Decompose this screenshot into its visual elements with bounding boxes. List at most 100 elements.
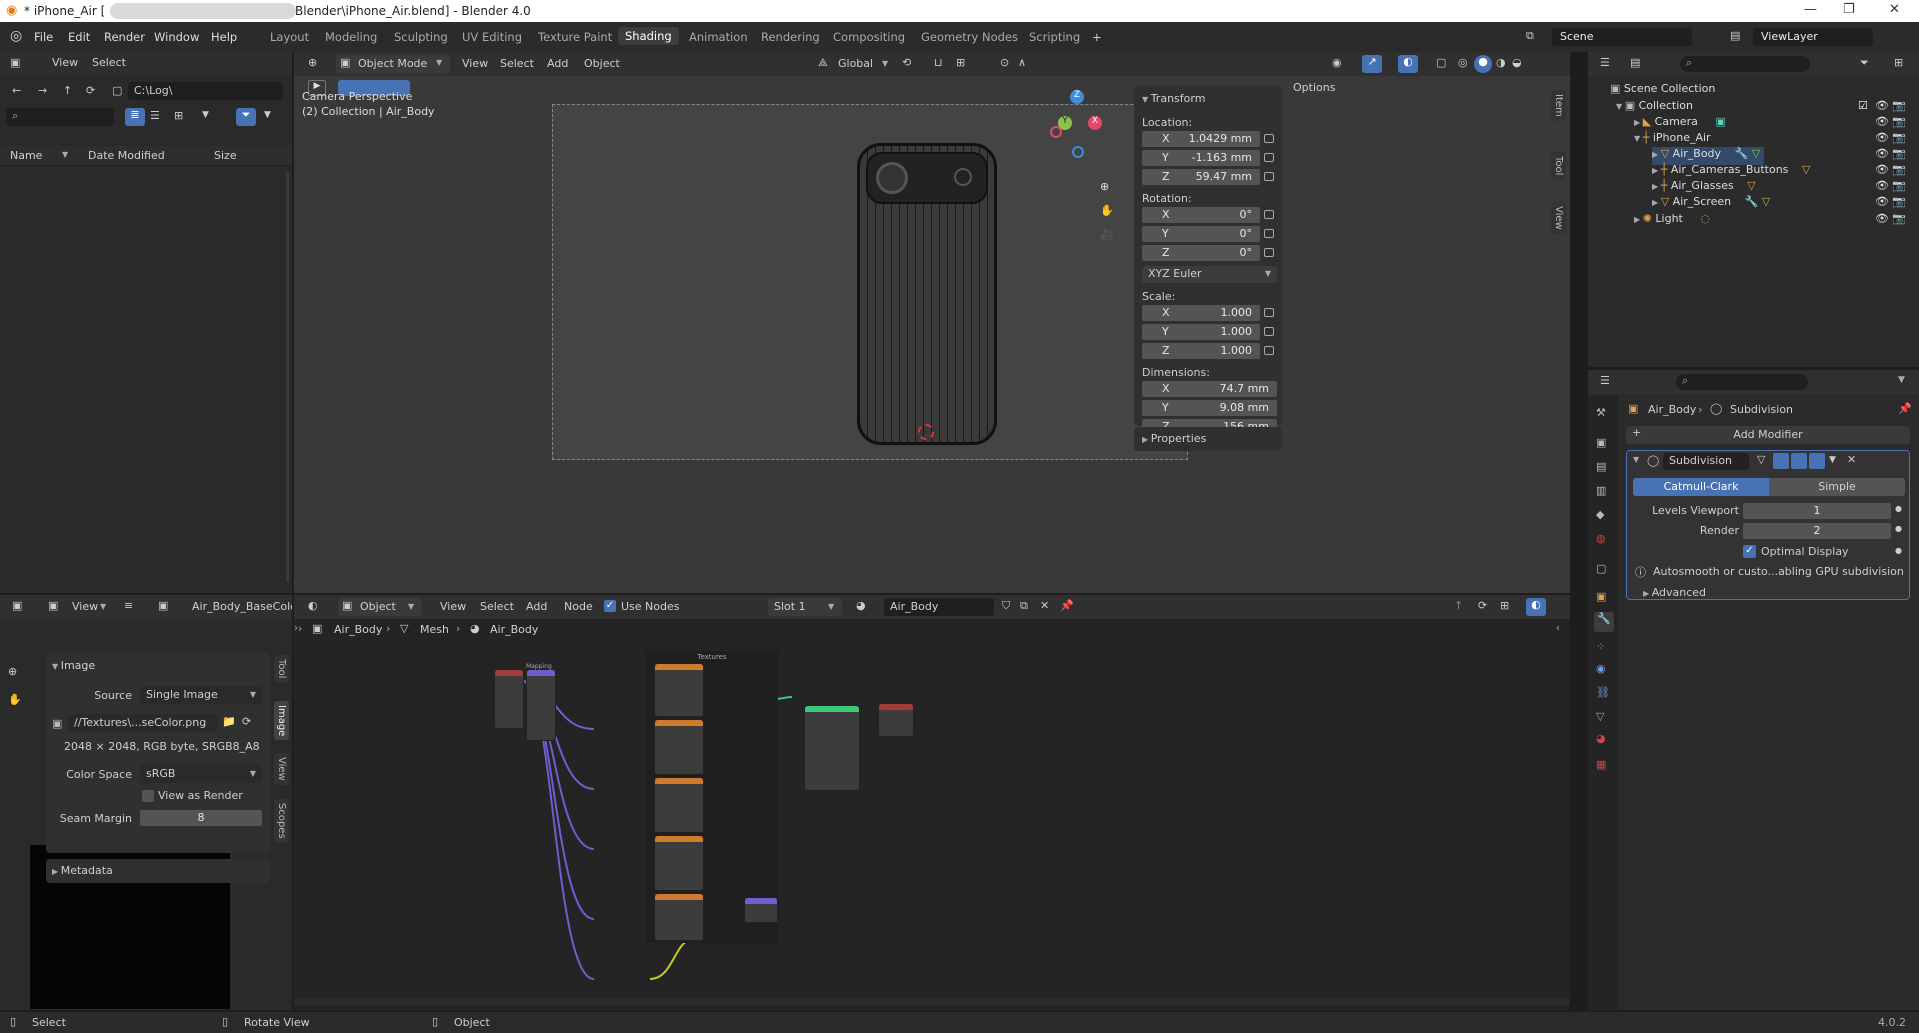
collapse-icon[interactable]: ▼ [1633,455,1639,464]
use-nodes-checkbox[interactable]: ✓ [604,600,616,612]
vertical-list-icon[interactable]: ≣ [125,108,145,126]
outliner-search-input[interactable]: ⌕ [1680,56,1810,72]
modifier-wrench-icon[interactable]: 🔧 [1745,195,1759,208]
npanel-tab-tool[interactable]: Tool [1551,152,1566,180]
animate-dot-icon[interactable]: ● [1895,546,1902,555]
vp-menu-view[interactable]: View [462,57,488,70]
collection-tab-icon[interactable]: ▢ [1596,562,1606,575]
slot-dropdown[interactable]: Slot 1 ▼ [768,598,842,616]
rotation-y-field[interactable]: Y 0° [1142,226,1260,242]
lock-icon[interactable] [1264,153,1274,162]
render-camera-icon[interactable]: 📷 [1892,195,1906,208]
horizontal-scrollbar[interactable] [294,999,1570,1005]
duplicate-material-icon[interactable]: ⧉ [1020,599,1028,613]
lock-icon[interactable] [1264,346,1274,355]
render-camera-icon[interactable]: 📷 [1892,115,1906,128]
image-tab-image[interactable]: Image [274,701,289,741]
principled-bsdf-node[interactable] [804,705,860,791]
catmull-clark-button[interactable]: Catmull-Clark [1633,478,1769,496]
tab-compositing[interactable]: Compositing [833,30,905,44]
navigation-gizmo[interactable]: Z X Y [1050,90,1110,162]
menu-help[interactable]: Help [211,30,237,44]
z-axis-icon[interactable]: Z [1070,90,1084,104]
scale-x-field[interactable]: X 1.000 [1142,305,1260,321]
editor-type-icon[interactable]: ▣ [10,56,20,69]
add-modifier-button[interactable]: + Add Modifier [1626,426,1910,444]
material-output-node[interactable] [878,703,914,737]
texture-coordinate-node[interactable] [494,669,524,729]
world-tab-icon[interactable]: ◍ [1596,532,1606,545]
source-dropdown[interactable]: Single Image ▼ [140,686,262,704]
tool-tab-icon[interactable]: ⚒ [1596,406,1606,419]
proportional-edit-icon[interactable]: ⊙ [1000,56,1009,69]
filter-options-icon[interactable]: ▼ [264,110,271,120]
pin-icon[interactable]: 📌 [1060,599,1074,612]
neg-x-axis-icon[interactable] [1050,126,1062,138]
npanel-tab-item[interactable]: Item [1551,90,1566,121]
lock-icon[interactable] [1264,229,1274,238]
view-layer-icon[interactable]: ▤ [1730,29,1740,42]
tab-layout[interactable]: Layout [270,30,309,44]
rotation-mode-dropdown[interactable]: XYZ Euler ▼ [1142,266,1277,283]
render-camera-icon[interactable]: 📷 [1892,131,1906,144]
tab-texture-paint[interactable]: Texture Paint [538,30,612,44]
unlink-material-icon[interactable]: ✕ [1040,599,1049,612]
eye-icon[interactable]: 👁 [1875,147,1889,160]
visibility-icon[interactable]: ◉ [1332,56,1342,69]
path-field[interactable]: C:\Log\ [128,82,283,100]
scene-tab-icon[interactable]: ◆ [1596,508,1604,521]
vp-menu-object[interactable]: Object [584,57,620,70]
col-size[interactable]: Size [214,149,237,162]
tab-modeling[interactable]: Modeling [325,30,377,44]
image-texture-node-3[interactable] [654,777,704,833]
physics-tab-icon[interactable]: ◉ [1596,662,1606,675]
advanced-subpanel[interactable]: ▶ Advanced [1643,586,1706,599]
fb-view-menu[interactable]: View [52,56,78,69]
colorspace-dropdown[interactable]: sRGB ▼ [140,765,262,783]
view-as-render-checkbox[interactable] [142,790,154,802]
mapping-node[interactable] [526,669,556,741]
filepath-field[interactable]: //Textures\...seColor.png [68,714,218,732]
render-levels-field[interactable]: 2 [1743,523,1891,539]
node-menu-node[interactable]: Node [564,600,593,613]
location-y-field[interactable]: Y -1.163 mm [1142,150,1260,166]
particles-tab-icon[interactable]: ⁘ [1596,640,1605,653]
image-panel-header[interactable]: ▼ Image [52,659,95,672]
col-date-modified[interactable]: Date Modified [88,149,165,162]
outliner-row-air-screen[interactable]: ▶ ▽ Air_Screen 🔧 ▽ [1652,195,1770,213]
close-icon[interactable]: ✕ [1847,453,1856,466]
display-options-icon[interactable]: ▼ [202,110,209,120]
new-folder-icon[interactable]: ▢ [112,84,122,97]
zoom-icon[interactable]: ⊕ [1100,180,1109,193]
editor-type-icon[interactable]: ☰ [1600,374,1610,387]
neg-z-axis-icon[interactable] [1072,146,1084,158]
seam-margin-field[interactable]: 8 [140,810,262,826]
menu-file[interactable]: File [34,30,53,44]
xray-icon[interactable]: ▢ [1436,56,1446,69]
tab-geometry-nodes[interactable]: Geometry Nodes [921,30,1018,44]
minimize-icon[interactable]: — [1804,2,1817,17]
constraints-tab-icon[interactable]: ⛓ [1596,686,1610,699]
node-overlays-icon[interactable]: ◐ [1526,598,1546,616]
object-tab-icon[interactable]: ▣ [1596,590,1606,603]
lock-icon[interactable] [1264,134,1274,143]
levels-viewport-field[interactable]: 1 [1743,503,1891,519]
lock-icon[interactable] [1264,248,1274,257]
node-menu-add[interactable]: Add [526,600,547,613]
blender-menu-icon[interactable]: ◎ [10,28,22,44]
scene-field[interactable]: Scene [1552,28,1692,46]
reload-icon[interactable]: ⟳ [242,715,251,728]
image-name[interactable]: Air_Body_BaseColc [192,600,292,613]
tab-animation[interactable]: Animation [689,30,748,44]
mesh-data-icon[interactable]: ▽ [1752,147,1760,160]
col-name[interactable]: Name [10,149,42,162]
parent-node-tree-icon[interactable]: ↑ [1454,599,1463,612]
options-dropdown[interactable]: Options [1287,80,1342,95]
dimensions-y-field[interactable]: Y 9.08 mm [1142,400,1277,416]
render-display-icon[interactable] [1809,453,1825,469]
forward-icon[interactable]: → [38,84,47,97]
mesh-data-icon[interactable]: ▽ [1762,195,1770,208]
lock-icon[interactable] [1264,172,1274,181]
node-menu-select[interactable]: Select [480,600,514,613]
normal-map-node[interactable] [744,897,778,923]
